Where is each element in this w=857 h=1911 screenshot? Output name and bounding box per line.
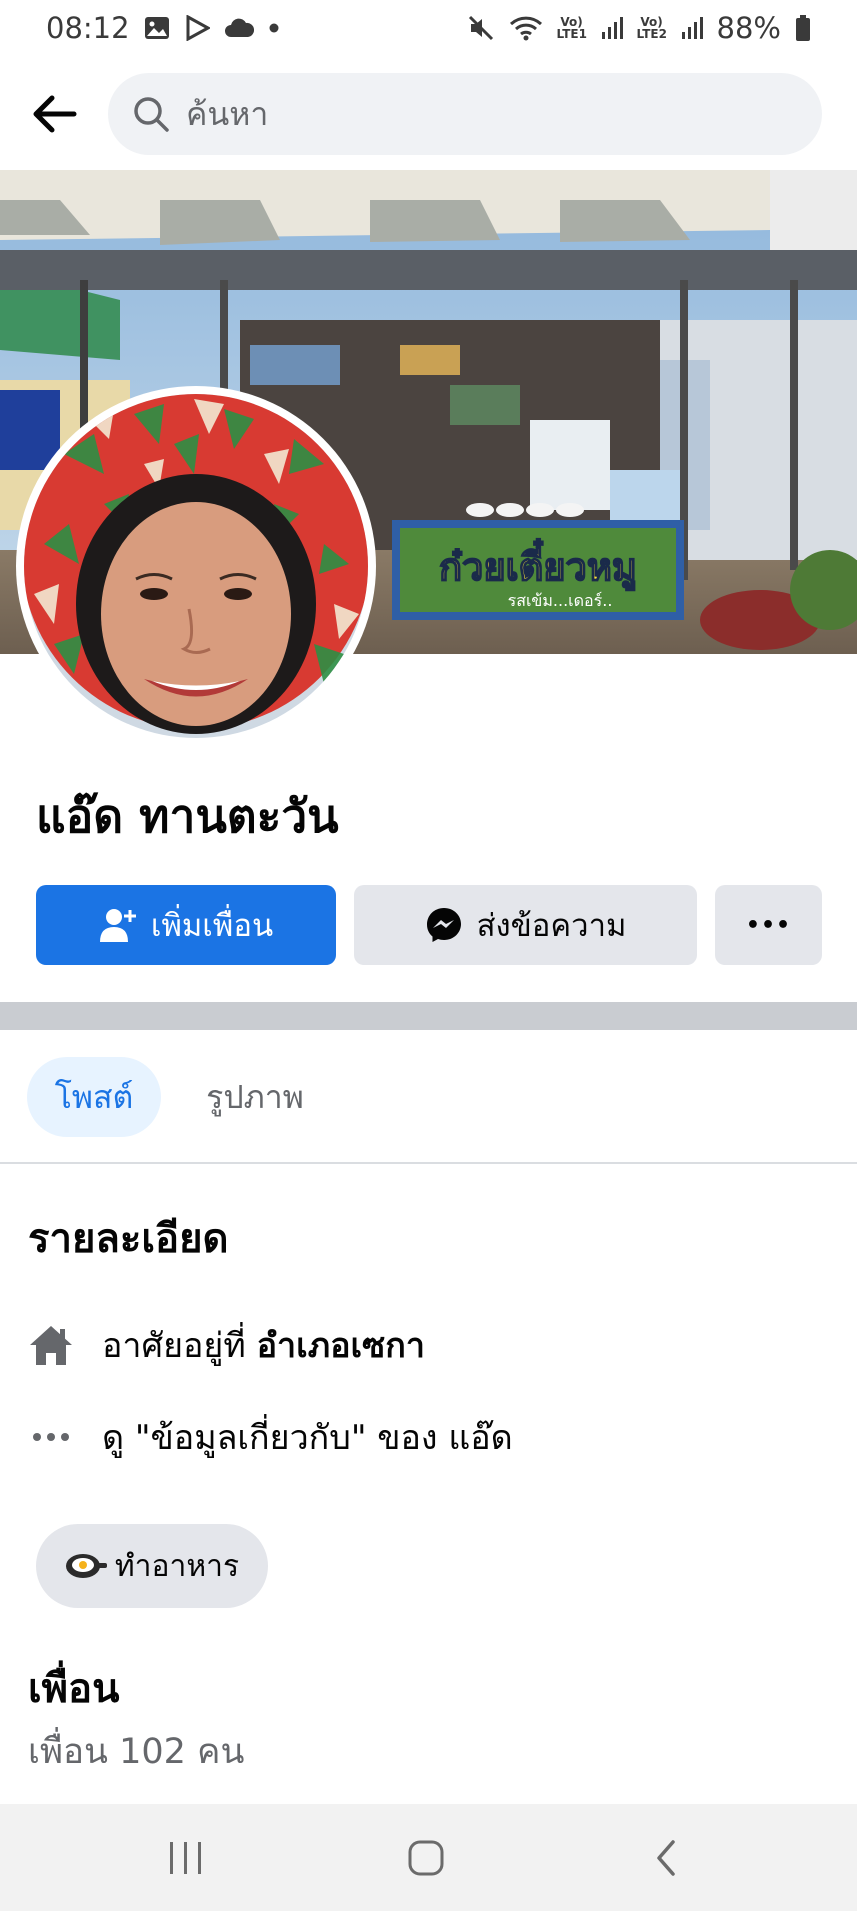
message-button[interactable]: ส่งข้อความ [354,885,697,965]
sim1-label: Vo) LTE1 [556,15,587,41]
battery-percent: 88% [716,11,781,45]
add-friend-label: เพิ่มเพื่อน [150,908,274,944]
play-store-icon [184,15,210,41]
image-icon [144,16,170,40]
frying-pan-icon [65,1554,107,1578]
dot-icon [268,22,280,34]
mute-icon [467,14,495,42]
signal-icon [601,16,623,40]
signal-icon-2 [681,16,703,40]
avatar [24,394,368,738]
tab-photos[interactable]: รูปภาพ [185,1057,325,1137]
home-button[interactable] [396,1830,456,1886]
search-header [0,70,857,158]
tab-posts[interactable]: โพสต์ [27,1057,161,1137]
battery-icon [795,14,811,42]
search-bar[interactable] [108,73,822,155]
detail-about-link[interactable]: ดู "ข้อมูลเกี่ยวกับ" ของ แอ๊ด [28,1410,513,1464]
messenger-icon [426,908,461,942]
lives-place[interactable]: อำเภอเซกา [257,1318,425,1372]
recent-apps-button[interactable] [156,1830,216,1886]
add-friend-button[interactable]: เพิ่มเพื่อน [36,885,336,965]
hobby-chip[interactable]: ทำอาหาร [36,1524,268,1608]
profile-name: แอ๊ด ทานตะวัน [36,789,339,843]
sim2-label: Vo) LTE2 [636,15,667,41]
details-title: รายละเอียด [28,1216,229,1262]
clock: 08:12 [46,11,130,45]
hobby-label: ทำอาหาร [114,1548,240,1584]
chevron-left-icon [657,1840,675,1876]
cover-sign-subtext: รสเข้ม...เดอร์.. [508,591,613,610]
status-left: 08:12 [46,11,280,45]
action-row: เพิ่มเพื่อน ส่งข้อความ ••• [36,885,822,965]
search-icon [134,97,169,132]
status-right: Vo) LTE1 Vo) LTE2 88% [467,11,811,45]
section-divider [0,1002,857,1030]
system-nav-bar [0,1804,857,1911]
recent-apps-icon [170,1842,201,1874]
detail-lives-in: อาศัยอยู่ที่ อำเภอเซกา [28,1318,425,1372]
friends-count: เพื่อน 102 คน [28,1732,245,1772]
back-button[interactable] [26,88,82,140]
more-options-button[interactable]: ••• [715,885,822,965]
add-friend-icon [99,909,136,942]
search-input[interactable] [186,95,746,133]
profile-picture[interactable] [16,386,376,746]
more-icon: ••• [745,912,792,938]
message-label: ส่งข้อความ [476,908,627,944]
wifi-icon [509,15,543,41]
avatar-image [24,394,368,738]
arrow-left-icon [33,95,77,133]
system-back-button[interactable] [636,1830,696,1886]
cloud-icon [224,17,254,39]
cover-sign-text: ก๋วยเตี๋ยวหมู [439,538,637,591]
profile-tabs: โพสต์ รูปภาพ [0,1030,857,1164]
lives-prefix: อาศัยอยู่ที่ [102,1326,257,1366]
home-nav-icon [408,1840,444,1876]
home-icon [28,1322,74,1368]
friends-title: เพื่อน [28,1666,120,1712]
about-link-text[interactable]: ดู "ข้อมูลเกี่ยวกับ" ของ แอ๊ด [102,1410,513,1464]
ellipsis-icon [28,1414,74,1460]
status-bar: 08:12 Vo) LTE1 Vo) LTE2 88% [0,0,857,56]
